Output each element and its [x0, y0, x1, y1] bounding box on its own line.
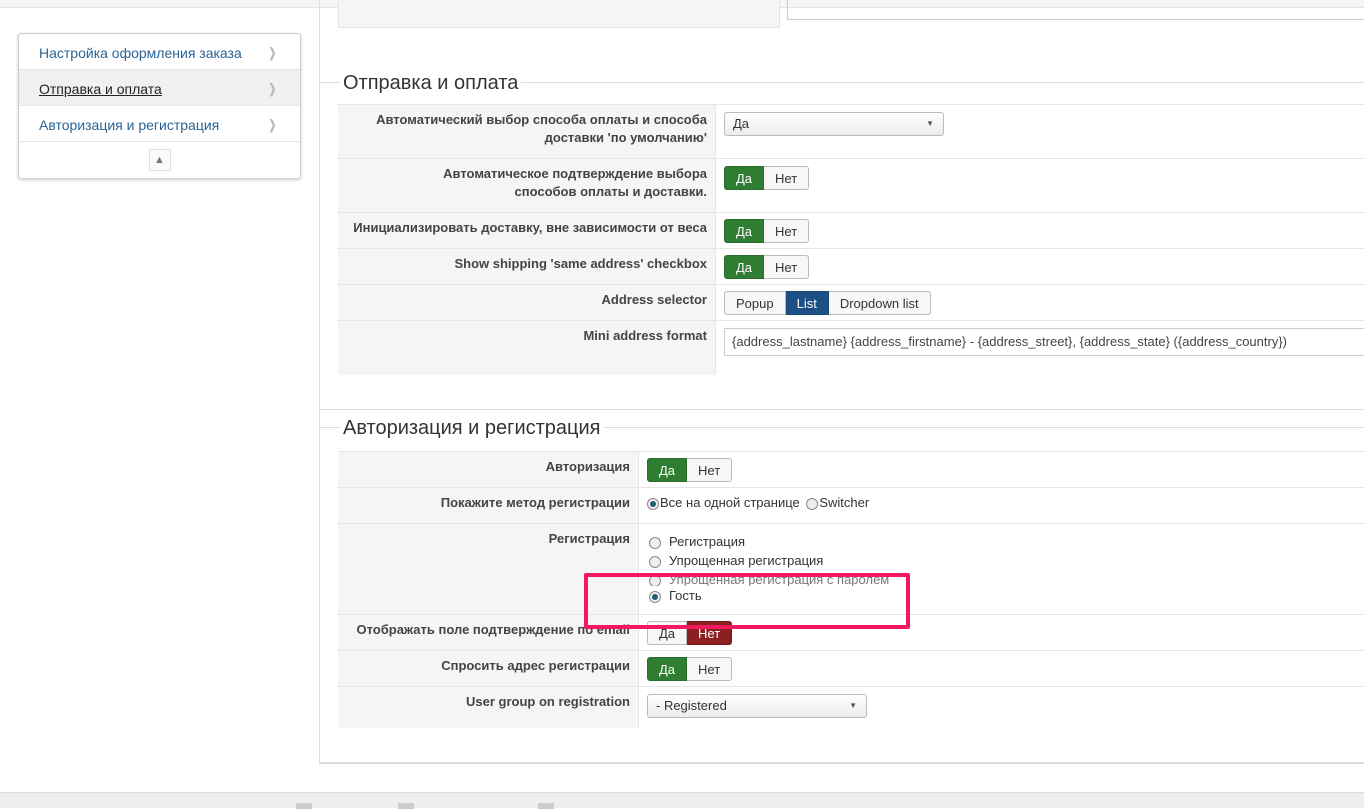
reg-method-radios: Все на одной странице Switcher: [647, 493, 1364, 512]
auto-confirm-label: Автоматическое подтверждение выбора спос…: [443, 166, 707, 199]
mini-address-input[interactable]: {address_lastname} {address_firstname} -…: [724, 328, 1364, 356]
sidebar-item-label: Настройка оформления заказа: [39, 45, 242, 61]
init-shipping-toggle: Да Нет: [724, 219, 810, 243]
bottom-bar-mark: [538, 803, 554, 809]
radio-icon[interactable]: [649, 555, 661, 568]
list-option-button[interactable]: List: [785, 291, 829, 315]
sidebar-item-label: Отправка и оплата: [39, 81, 162, 97]
reg-method-label: Покажите метод регистрации: [440, 495, 630, 510]
yes-button[interactable]: Да: [724, 166, 765, 190]
yes-button[interactable]: Да: [724, 219, 765, 243]
setting-row: Address selector Popup List Dropdown lis…: [338, 284, 1364, 321]
auto-payment-select[interactable]: Да ▼: [724, 112, 944, 136]
sidebar-footer: ▲: [19, 142, 300, 177]
ask-address-label: Спросить адрес регистрации: [441, 658, 630, 673]
reg-method-option-all: Все на одной странице: [660, 495, 800, 510]
chevron-right-icon: ❯: [268, 117, 277, 132]
caret-down-icon: ▼: [926, 119, 934, 128]
address-selector-label: Address selector: [601, 292, 708, 307]
authorization-label: Авторизация: [545, 459, 630, 474]
no-button[interactable]: Нет: [687, 458, 733, 482]
setting-row: Регистрация Регистрация Упрощенная регис…: [338, 523, 1364, 615]
radio-icon[interactable]: [806, 497, 819, 510]
popup-option-button[interactable]: Popup: [724, 291, 786, 315]
setting-row: Mini address format {address_lastname} {…: [338, 320, 1364, 375]
shipping-settings-table: Автоматический выбор способа оплаты и сп…: [338, 104, 1364, 375]
setting-row: Покажите метод регистрации Все на одной …: [338, 487, 1364, 524]
bottom-bar: [0, 792, 1364, 809]
same-address-label: Show shipping 'same address' checkbox: [454, 256, 707, 271]
email-confirm-toggle: Да Нет: [647, 621, 733, 645]
previous-input-fragment: [787, 0, 1364, 20]
setting-row: Спросить адрес регистрации Да Нет: [338, 650, 1364, 687]
no-button[interactable]: Нет: [687, 621, 733, 645]
sidebar-item-order-design[interactable]: Настройка оформления заказа ❯: [19, 34, 300, 70]
init-shipping-label: Инициализировать доставку, вне зависимос…: [353, 220, 707, 235]
radio-icon[interactable]: [649, 536, 661, 549]
no-button[interactable]: Нет: [764, 219, 810, 243]
select-value: Да: [733, 116, 750, 131]
setting-row: Авторизация Да Нет: [338, 451, 1364, 488]
no-button[interactable]: Нет: [764, 166, 810, 190]
radio-checked-icon[interactable]: [649, 590, 661, 603]
user-group-select[interactable]: - Registered ▼: [647, 694, 867, 718]
same-address-toggle: Да Нет: [724, 255, 810, 279]
radio-option-label: Упрощенная регистрация с паролем: [669, 572, 890, 586]
radio-option[interactable]: Регистрация: [647, 532, 1364, 551]
setting-row: Автоматическое подтверждение выбора спос…: [338, 158, 1364, 213]
radio-option[interactable]: Гость: [647, 586, 1364, 605]
email-confirm-label: Отображать поле подтверждение по email: [356, 622, 630, 637]
auth-registration-section: Авторизация и регистрация Авторизация Да…: [320, 416, 1364, 763]
setting-row: Show shipping 'same address' checkbox Да…: [338, 248, 1364, 285]
radio-option-label: Гость: [669, 588, 702, 603]
sidebar-nav: Настройка оформления заказа ❯ Отправка и…: [18, 33, 301, 179]
sidebar-item-auth-registration[interactable]: Авторизация и регистрация ❯: [19, 106, 300, 142]
auto-payment-label: Автоматический выбор способа оплаты и сп…: [376, 112, 707, 145]
setting-row: Автоматический выбор способа оплаты и сп…: [338, 104, 1364, 159]
caret-down-icon: ▼: [849, 701, 857, 710]
setting-row: User group on registration - Registered …: [338, 686, 1364, 728]
radio-option[interactable]: Упрощенная регистрация: [647, 551, 1364, 570]
yes-button[interactable]: Да: [647, 458, 688, 482]
user-group-label: User group on registration: [466, 694, 630, 709]
dropdown-list-option-button[interactable]: Dropdown list: [828, 291, 931, 315]
radio-option-label: Регистрация: [669, 534, 745, 549]
no-button[interactable]: Нет: [687, 657, 733, 681]
registration-radios: Регистрация Упрощенная регистрация Упрощ…: [647, 532, 1364, 605]
sidebar-item-shipping-payment[interactable]: Отправка и оплата ❯: [19, 70, 300, 106]
ask-address-toggle: Да Нет: [647, 657, 733, 681]
radio-checked-icon[interactable]: [647, 497, 659, 510]
yes-button[interactable]: Да: [724, 255, 765, 279]
authorization-toggle: Да Нет: [647, 458, 733, 482]
section-title: Отправка и оплата: [340, 71, 522, 95]
sidebar-item-label: Авторизация и регистрация: [39, 117, 220, 133]
auto-confirm-toggle: Да Нет: [724, 166, 810, 190]
shipping-payment-section: Отправка и оплата Автоматический выбор с…: [320, 71, 1364, 410]
previous-section-fragment: [338, 0, 780, 28]
main-panel: Отправка и оплата Автоматический выбор с…: [319, 0, 1364, 764]
yes-button[interactable]: Да: [647, 657, 688, 681]
select-value: - Registered: [656, 698, 727, 713]
yes-button[interactable]: Да: [647, 621, 688, 645]
radio-option-label: Упрощенная регистрация: [669, 553, 824, 568]
radio-option[interactable]: Упрощенная регистрация с паролем: [647, 570, 1364, 586]
no-button[interactable]: Нет: [764, 255, 810, 279]
setting-row: Отображать поле подтверждение по email Д…: [338, 614, 1364, 651]
radio-icon[interactable]: [649, 574, 661, 586]
setting-row: Инициализировать доставку, вне зависимос…: [338, 212, 1364, 249]
reg-method-option-switcher: Switcher: [819, 495, 870, 510]
chevron-right-icon: ❯: [268, 45, 277, 60]
mini-address-label: Mini address format: [583, 328, 707, 343]
chevron-right-icon: ❯: [268, 81, 277, 96]
bottom-bar-mark: [398, 803, 414, 809]
address-selector-group: Popup List Dropdown list: [724, 291, 931, 315]
section-title: Авторизация и регистрация: [340, 416, 604, 440]
bottom-bar-mark: [296, 803, 312, 809]
auth-settings-table: Авторизация Да Нет Покажите метод регист…: [338, 451, 1364, 728]
registration-label: Регистрация: [548, 531, 630, 546]
arrow-up-icon[interactable]: ▲: [148, 148, 171, 171]
